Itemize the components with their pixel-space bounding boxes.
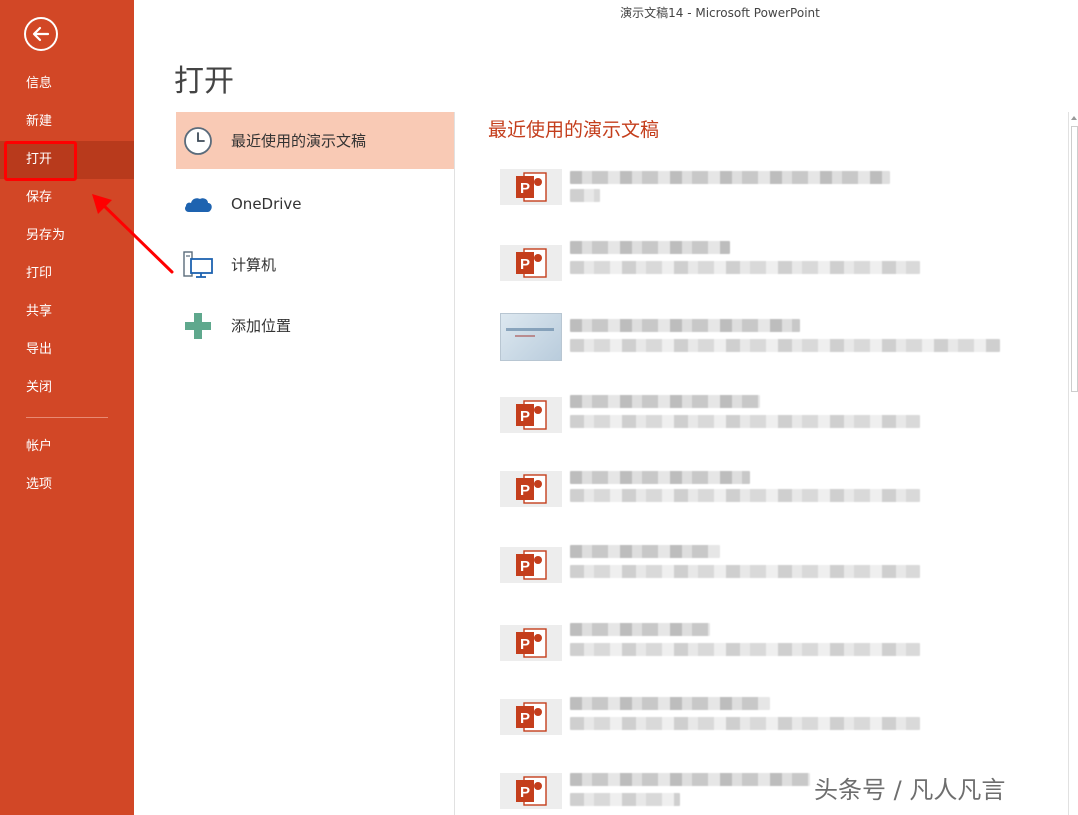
nav-divider [26,417,108,418]
scroll-up-icon[interactable] [1069,112,1078,124]
location-label: 计算机 [231,256,277,274]
back-arrow-icon [32,26,50,42]
svg-text:P: P [520,558,530,575]
plus-icon [185,312,211,339]
nav-item-new[interactable]: 新建 [0,103,134,141]
computer-icon [183,250,213,278]
location-onedrive[interactable]: OneDrive [176,173,454,234]
blurred-file-path [570,261,920,274]
clock-icon [184,126,212,155]
blurred-file-name [570,241,730,254]
open-locations: 最近使用的演示文稿 OneDrive 计算机 添加位置 [176,112,454,356]
pptx-file-icon: P [500,169,562,205]
svg-text:P: P [520,256,530,273]
svg-text:P: P [520,636,530,653]
recent-presentations-title: 最近使用的演示文稿 [488,119,660,141]
nav-item-account[interactable]: 帐户 [0,428,134,466]
recent-file-row[interactable]: P [500,237,1020,287]
backstage-nav: 信息 新建 打开 保存 另存为 打印 共享 导出 关闭 帐户 选项 [0,65,134,504]
location-label: 添加位置 [231,317,292,335]
recent-file-row[interactable]: P [500,539,1020,589]
pane-divider [454,112,455,815]
pptx-file-icon: P [500,773,562,809]
svg-text:P: P [520,482,530,499]
blurred-file-path [570,489,920,502]
location-add-place[interactable]: 添加位置 [176,295,454,356]
nav-item-export[interactable]: 导出 [0,331,134,369]
backstage-sidebar: 信息 新建 打开 保存 另存为 打印 共享 导出 关闭 帐户 选项 [0,0,134,815]
blurred-file-name [570,697,770,710]
location-recent[interactable]: 最近使用的演示文稿 [176,112,454,169]
svg-text:P: P [520,408,530,425]
location-label: 最近使用的演示文稿 [231,132,367,150]
recent-file-row[interactable]: P [500,161,1020,211]
nav-item-close[interactable]: 关闭 [0,369,134,407]
window-title: 演示文稿14 - Microsoft PowerPoint [620,6,820,20]
blurred-file-name [570,395,760,408]
blurred-file-path [570,717,920,730]
svg-text:P: P [520,180,530,197]
back-button[interactable] [24,17,58,51]
nav-item-options[interactable]: 选项 [0,466,134,504]
blurred-file-name [570,319,800,332]
pptx-file-icon: P [500,547,562,583]
nav-item-share[interactable]: 共享 [0,293,134,331]
pptx-file-icon: P [500,471,562,507]
blurred-file-name [570,773,810,786]
blurred-file-path [570,793,680,806]
page-title: 打开 [174,64,234,99]
blurred-file-name [570,171,890,184]
cloud-icon [185,197,212,212]
blurred-file-name [570,471,750,484]
blurred-file-name [570,545,720,558]
pptx-file-icon: P [500,699,562,735]
blurred-file-path [570,189,600,202]
pptx-file-icon: P [500,625,562,661]
nav-item-info[interactable]: 信息 [0,65,134,103]
recent-list-scrollbar[interactable] [1068,112,1078,815]
annotation-highlight-box [4,141,77,181]
location-label: OneDrive [231,194,302,213]
slide-thumbnail [500,313,562,361]
recent-file-row[interactable]: P [500,617,1020,667]
blurred-file-path [570,565,920,578]
pptx-file-icon: P [500,397,562,433]
svg-text:P: P [520,710,530,727]
location-computer[interactable]: 计算机 [176,234,454,295]
blurred-file-path [570,415,920,428]
pptx-file-icon: P [500,245,562,281]
watermark-text: 头条号 / 凡人凡言 [814,776,1006,804]
recent-file-row[interactable]: P [500,463,1020,513]
blurred-file-path [570,643,920,656]
recent-file-row[interactable] [500,311,1020,361]
annotation-arrow-icon [92,194,174,274]
blurred-file-path [570,339,1000,352]
svg-text:P: P [520,784,530,801]
blurred-file-name [570,623,710,636]
scrollbar-thumb[interactable] [1071,126,1078,392]
recent-file-row[interactable]: P [500,691,1020,741]
recent-file-row[interactable]: P [500,389,1020,439]
